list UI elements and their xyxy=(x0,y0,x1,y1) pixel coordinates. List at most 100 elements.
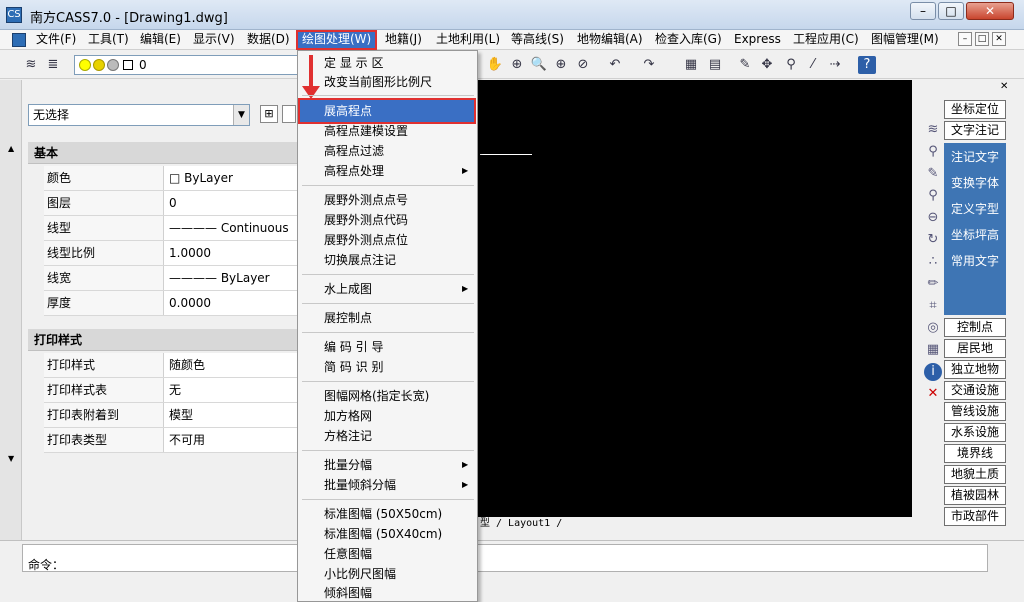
menu-item-oblique-sheet[interactable]: 倾斜图幅 xyxy=(324,584,372,602)
rotate-icon[interactable]: ↻ xyxy=(924,231,942,249)
menu-item-field-point-position[interactable]: 展野外测点点位 xyxy=(324,231,408,249)
menu-item-small-scale-sheet[interactable]: 小比例尺图幅 xyxy=(324,565,396,583)
prop-row-plot-attached[interactable]: 打印表附着到 模型 xyxy=(44,403,300,428)
menu-item-grid-annotation[interactable]: 方格注记 xyxy=(324,427,372,445)
layout-tab-labels[interactable]: 型 / Layout1 / xyxy=(480,517,562,530)
menu-item-short-code-recognition[interactable]: 简 码 识 别 xyxy=(324,358,383,376)
btn-municipal-part[interactable]: 市政部件 xyxy=(944,507,1006,526)
info-icon[interactable]: i xyxy=(924,363,942,381)
zoom-window-icon[interactable]: 🔍 xyxy=(530,56,548,74)
menu-item-add-grid[interactable]: 加方格网 xyxy=(324,407,372,425)
menu-item-change-scale[interactable]: 改变当前图形比例尺 xyxy=(324,73,432,91)
sub-annotate-text[interactable]: 注记文字 xyxy=(944,147,1006,167)
zoom-in-icon[interactable]: ⊕ xyxy=(552,56,570,74)
menu-contour[interactable]: 等高线(S) xyxy=(507,30,568,50)
menu-item-show-control-points[interactable]: 展控制点 xyxy=(324,309,372,327)
mdi-minimize-button[interactable]: – xyxy=(958,32,972,46)
compass-icon[interactable]: ◎ xyxy=(924,319,942,337)
help-icon[interactable]: ? xyxy=(858,56,876,74)
command-history[interactable] xyxy=(22,544,988,572)
menu-item-toggle-point-annotation[interactable]: 切换展点注记 xyxy=(324,251,396,269)
select-objects-icon[interactable] xyxy=(282,105,296,123)
chevron-down-icon[interactable]: ▼ xyxy=(233,105,249,125)
btn-landform-soil[interactable]: 地貌土质 xyxy=(944,465,1006,484)
menu-data[interactable]: 数据(D) xyxy=(243,30,294,50)
btn-traffic-facility[interactable]: 交通设施 xyxy=(944,381,1006,400)
menu-item-map-grid[interactable]: 图幅网格(指定长宽) xyxy=(324,387,429,405)
prop-row-layer[interactable]: 图层 0 xyxy=(44,191,300,216)
menu-tools[interactable]: 工具(T) xyxy=(84,30,133,50)
prop-row-linetype[interactable]: 线型 ———— Continuous xyxy=(44,216,300,241)
menu-view[interactable]: 显示(V) xyxy=(189,30,239,50)
sub-change-font[interactable]: 变换字体 xyxy=(944,173,1006,193)
menu-item-elevation-model-settings[interactable]: 高程点建模设置 xyxy=(324,122,408,140)
minimize-button[interactable]: – xyxy=(910,2,936,20)
menu-land-use[interactable]: 土地利用(L) xyxy=(432,30,504,50)
sub-coordinate-elevation[interactable]: 坐标坪高 xyxy=(944,225,1006,245)
menu-item-batch-sheet[interactable]: 批量分幅 xyxy=(324,456,372,474)
menu-file[interactable]: 文件(F) xyxy=(32,30,80,50)
menu-item-field-point-number[interactable]: 展野外测点点号 xyxy=(324,191,408,209)
prop-row-thickness[interactable]: 厚度 0.0000 xyxy=(44,291,300,316)
pan-icon[interactable]: ✋ xyxy=(486,56,504,74)
menu-map-management[interactable]: 图幅管理(M) xyxy=(867,30,943,50)
mdi-restore-button[interactable]: □ xyxy=(975,32,989,46)
prop-row-plot-style[interactable]: 打印样式 随颜色 xyxy=(44,353,300,378)
app-icon[interactable]: CS xyxy=(6,7,22,23)
lock-icon[interactable] xyxy=(107,59,119,71)
dash-line-icon[interactable]: ⇢ xyxy=(826,56,844,74)
menu-item-any-sheet[interactable]: 任意图幅 xyxy=(324,545,372,563)
menu-item-elevation-filter[interactable]: 高程点过滤 xyxy=(324,142,384,160)
drawing-canvas[interactable] xyxy=(478,80,912,517)
sub-common-text[interactable]: 常用文字 xyxy=(944,251,1006,271)
dots-icon[interactable]: ∴ xyxy=(924,253,942,271)
menu-engineering[interactable]: 工程应用(C) xyxy=(789,30,863,50)
draw-icon[interactable]: ✏ xyxy=(924,275,942,293)
layer-combo[interactable]: 0 xyxy=(74,55,298,75)
btn-pipeline-facility[interactable]: 管线设施 xyxy=(944,402,1006,421)
network-icon[interactable]: ⌗ xyxy=(924,297,942,315)
maximize-button[interactable]: □ xyxy=(938,2,964,20)
prop-row-lineweight[interactable]: 线宽 ———— ByLayer xyxy=(44,266,300,291)
menu-check-import[interactable]: 检查入库(G) xyxy=(651,30,726,50)
snap-icon[interactable]: ⚲ xyxy=(782,56,800,74)
selection-combo[interactable]: 无选择 ▼ xyxy=(28,104,250,126)
menu-cadastre[interactable]: 地籍(J) xyxy=(381,30,426,50)
calculator-icon[interactable]: ▦ xyxy=(924,341,942,359)
edit-icon[interactable]: ✎ xyxy=(924,165,942,183)
btn-boundary-line[interactable]: 境界线 xyxy=(944,444,1006,463)
btn-text-annotation[interactable]: 文字注记 xyxy=(944,121,1006,140)
menu-express[interactable]: Express xyxy=(730,30,785,50)
menu-item-elevation-processing[interactable]: 高程点处理 xyxy=(324,162,384,180)
layout-tabs[interactable]: 型 / Layout1 / xyxy=(478,517,912,530)
grid-icon[interactable]: ▤ xyxy=(706,56,724,74)
pencil-icon[interactable]: ✎ xyxy=(736,56,754,74)
panel-close-icon[interactable]: ✕ xyxy=(1000,82,1010,92)
delete-icon[interactable]: ✕ xyxy=(924,385,942,403)
prop-row-color[interactable]: 颜色 □ ByLayer xyxy=(44,166,300,191)
menu-item-batch-oblique-sheet[interactable]: 批量倾斜分幅 xyxy=(324,476,396,494)
menu-feature-edit[interactable]: 地物编辑(A) xyxy=(573,30,647,50)
menu-item-standard-sheet-50x40[interactable]: 标准图幅 (50X40cm) xyxy=(324,525,442,543)
menu-draw-processing[interactable]: 绘图处理(W) xyxy=(296,30,378,50)
menu-item-set-display-area[interactable]: 定 显 示 区 xyxy=(324,54,383,72)
menu-item-standard-sheet-50x50[interactable]: 标准图幅 (50X50cm) xyxy=(324,505,442,523)
close-button[interactable]: ✕ xyxy=(966,2,1014,20)
properties-icon[interactable]: ▦ xyxy=(682,56,700,74)
lightbulb-icon[interactable] xyxy=(79,59,91,71)
move-icon[interactable]: ✥ xyxy=(758,56,776,74)
line-tool-icon[interactable]: ⁄ xyxy=(804,56,822,74)
mdi-close-button[interactable]: ✕ xyxy=(992,32,1006,46)
scroll-down-icon[interactable]: ▼ xyxy=(8,454,14,463)
prop-row-plot-table[interactable]: 打印样式表无 xyxy=(44,378,300,403)
zoom-previous-icon[interactable]: ⊘ xyxy=(574,56,592,74)
zoom-out-icon[interactable]: ⊖ xyxy=(924,209,942,227)
menu-item-code-guide[interactable]: 编 码 引 导 xyxy=(324,338,383,356)
redo-icon[interactable]: ↷ xyxy=(640,56,658,74)
layers-icon[interactable]: ≋ xyxy=(924,121,942,139)
menu-item-show-elevation-points[interactable]: 展高程点 xyxy=(324,102,372,120)
scroll-up-icon[interactable]: ▲ xyxy=(8,144,14,153)
sun-icon[interactable] xyxy=(93,59,105,71)
sub-define-font[interactable]: 定义字型 xyxy=(944,199,1006,219)
section-print-style[interactable]: 打印样式 xyxy=(28,329,300,351)
